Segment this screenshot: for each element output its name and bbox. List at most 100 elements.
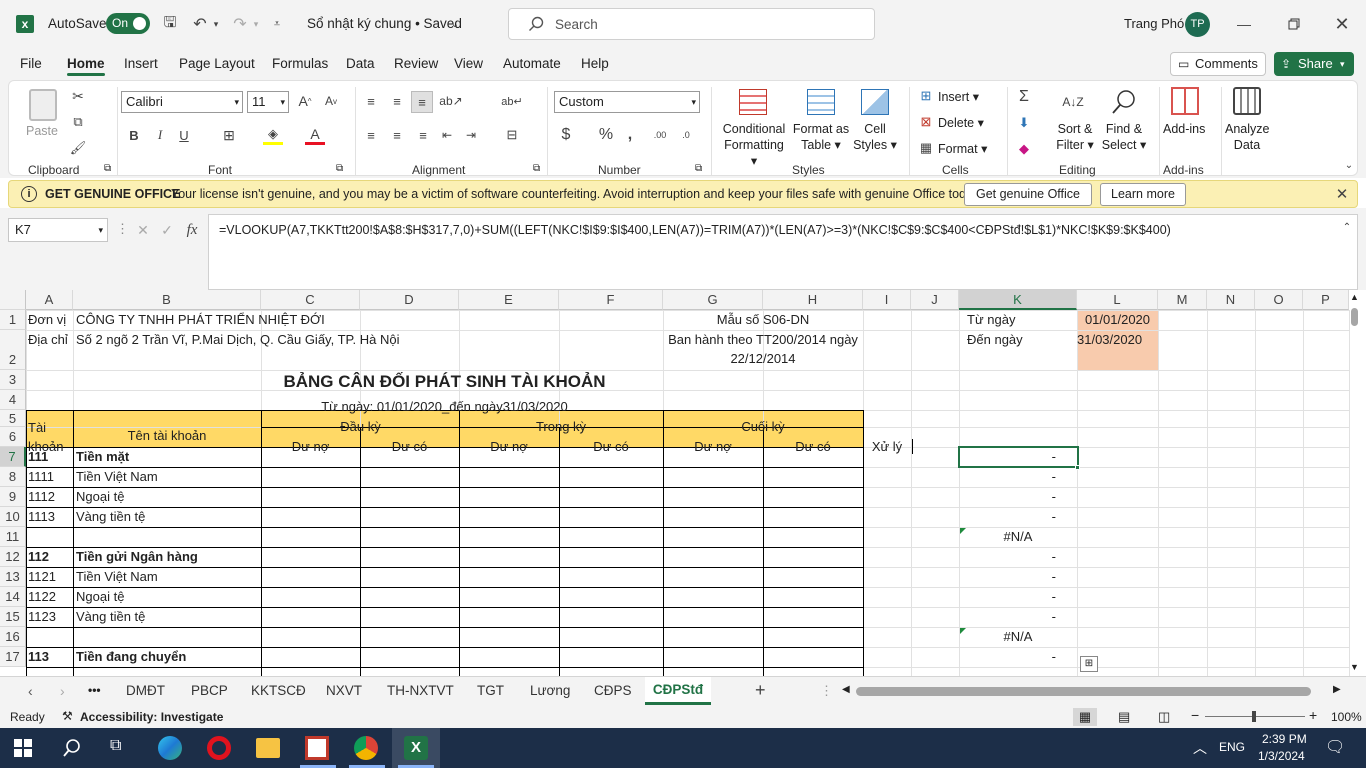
normal-view-icon[interactable]: ▦ bbox=[1073, 708, 1097, 726]
page-break-view-icon[interactable]: ◫ bbox=[1158, 709, 1170, 725]
save-icon[interactable]: 🖫 bbox=[160, 14, 180, 34]
accessibility-status[interactable]: Accessibility: Investigate bbox=[80, 710, 223, 724]
dialog-launcher-icon[interactable]: ⧉ bbox=[695, 163, 702, 174]
tab-help[interactable]: Help bbox=[581, 56, 609, 71]
sheet-tab[interactable]: KKTSCĐ bbox=[251, 683, 306, 698]
row-header[interactable]: 9 bbox=[0, 487, 26, 507]
analyze-data-icon[interactable] bbox=[1233, 87, 1261, 115]
column-header[interactable]: H bbox=[763, 290, 863, 310]
dialog-launcher-icon[interactable]: ⧉ bbox=[336, 163, 343, 174]
align-left-icon[interactable]: ≡ bbox=[361, 125, 381, 145]
underline-icon[interactable]: U bbox=[175, 125, 193, 145]
dialog-launcher-icon[interactable]: ⧉ bbox=[533, 163, 540, 174]
fill-handle[interactable] bbox=[1075, 465, 1080, 470]
scroll-up-icon[interactable]: ▲ bbox=[1350, 292, 1359, 302]
opera-icon[interactable] bbox=[207, 736, 231, 760]
column-header[interactable]: K bbox=[959, 290, 1077, 310]
more-options-icon[interactable]: ⋮ bbox=[116, 221, 129, 237]
scroll-down-icon[interactable]: ▼ bbox=[1350, 662, 1359, 672]
row-header[interactable]: 3 bbox=[0, 370, 26, 390]
align-right-icon[interactable]: ≡ bbox=[413, 125, 433, 145]
percent-icon[interactable]: % bbox=[597, 125, 615, 145]
excel-icon[interactable]: X bbox=[404, 736, 428, 760]
close-icon[interactable]: ✕ bbox=[1333, 185, 1351, 203]
tab-view[interactable]: View bbox=[454, 56, 483, 71]
sheet-tab[interactable]: Lương bbox=[530, 683, 570, 698]
column-header[interactable]: O bbox=[1255, 290, 1303, 310]
column-header[interactable]: F bbox=[559, 290, 663, 310]
zoom-slider-thumb[interactable] bbox=[1252, 711, 1256, 722]
clear-icon[interactable]: ◆ bbox=[1015, 139, 1033, 159]
tab-automate[interactable]: Automate bbox=[503, 56, 561, 71]
undo-icon[interactable]: ↶ bbox=[190, 14, 210, 34]
row-header[interactable]: 5 bbox=[0, 410, 26, 427]
file-explorer-icon[interactable] bbox=[256, 738, 280, 758]
align-bottom-icon[interactable]: ≡ bbox=[411, 91, 433, 113]
share-button[interactable]: ⇪ Share ▾ bbox=[1274, 52, 1354, 76]
row-header[interactable]: 8 bbox=[0, 467, 26, 487]
search-icon[interactable] bbox=[62, 738, 82, 758]
decrease-font-icon[interactable]: Av bbox=[321, 91, 341, 111]
row-header[interactable]: 4 bbox=[0, 390, 26, 410]
tab-page-layout[interactable]: Page Layout bbox=[179, 56, 255, 71]
increase-indent-icon[interactable]: ⇥ bbox=[461, 125, 481, 145]
row-header[interactable]: 1 bbox=[0, 310, 26, 330]
column-header[interactable]: J bbox=[911, 290, 959, 310]
column-header[interactable]: G bbox=[663, 290, 763, 310]
merge-center-icon[interactable]: ⊟ bbox=[501, 125, 523, 145]
format-cells-label[interactable]: Format ▾ bbox=[938, 141, 987, 157]
row-header[interactable]: 15 bbox=[0, 607, 26, 627]
row-header[interactable]: 14 bbox=[0, 587, 26, 607]
error-indicator-icon[interactable] bbox=[960, 628, 966, 634]
tab-review[interactable]: Review bbox=[394, 56, 438, 71]
find-select-label[interactable]: Find & Select ▾ bbox=[1099, 121, 1149, 153]
zoom-out-icon[interactable]: − bbox=[1191, 707, 1199, 723]
fill-icon[interactable]: ⬇ bbox=[1015, 113, 1033, 133]
error-indicator-icon[interactable] bbox=[960, 528, 966, 534]
quick-analysis-icon[interactable]: ⊞ bbox=[1080, 656, 1098, 672]
collapse-formula-bar-icon[interactable]: ⌃ bbox=[1340, 220, 1354, 234]
add-sheet-icon[interactable]: + bbox=[755, 680, 766, 701]
insert-cells-label[interactable]: Insert ▾ bbox=[938, 89, 979, 105]
conditional-formatting-icon[interactable] bbox=[739, 89, 767, 115]
sheet-tab[interactable]: DMĐT bbox=[126, 683, 165, 698]
redo-icon[interactable]: ↷ bbox=[230, 14, 250, 34]
comments-button[interactable]: ▭ Comments bbox=[1170, 52, 1266, 76]
tab-insert[interactable]: Insert bbox=[124, 56, 158, 71]
paste-label[interactable]: Paste bbox=[26, 123, 58, 139]
search-box[interactable]: Search bbox=[508, 8, 875, 40]
clock-date[interactable]: 1/3/2024 bbox=[1258, 749, 1305, 763]
dialog-launcher-icon[interactable]: ⧉ bbox=[104, 163, 111, 174]
column-header[interactable]: L bbox=[1077, 290, 1158, 310]
sheet-tab[interactable]: TGT bbox=[477, 683, 504, 698]
column-header[interactable]: C bbox=[261, 290, 360, 310]
tab-data[interactable]: Data bbox=[346, 56, 375, 71]
more-sheets-icon[interactable]: ••• bbox=[88, 683, 101, 697]
autosum-icon[interactable]: Σ bbox=[1015, 87, 1033, 107]
notifications-icon[interactable]: 🗨 bbox=[1325, 737, 1345, 757]
enter-icon[interactable]: ✓ bbox=[158, 220, 176, 240]
customize-toolbar-icon[interactable]: ⩡ bbox=[270, 14, 284, 34]
sheet-tab[interactable]: NXVT bbox=[326, 683, 362, 698]
addins-label[interactable]: Add-ins bbox=[1163, 121, 1205, 137]
sheet-tab[interactable]: TH-NXTVT bbox=[387, 683, 454, 698]
learn-more-button[interactable]: Learn more bbox=[1100, 183, 1186, 206]
orientation-icon[interactable]: ab↗ bbox=[439, 91, 463, 111]
align-middle-icon[interactable]: ≡ bbox=[387, 91, 407, 111]
comma-style-icon[interactable]: , bbox=[623, 125, 637, 145]
fill-color-icon[interactable]: ◈ bbox=[263, 125, 283, 145]
restore-icon[interactable] bbox=[1282, 14, 1306, 34]
windows-start-icon[interactable] bbox=[14, 739, 32, 757]
edge-icon[interactable] bbox=[158, 736, 182, 760]
font-size-select[interactable]: 11 ▾ bbox=[247, 91, 289, 113]
tab-file[interactable]: File bbox=[20, 56, 42, 71]
horizontal-scrollbar[interactable] bbox=[856, 687, 1311, 696]
autosave-toggle[interactable]: On bbox=[106, 13, 150, 34]
tab-home[interactable]: Home bbox=[67, 56, 105, 71]
currency-icon[interactable]: $ bbox=[557, 125, 575, 145]
row-header[interactable]: 7 bbox=[0, 447, 26, 467]
clock-time[interactable]: 2:39 PM bbox=[1262, 732, 1307, 746]
selected-cell-k7[interactable] bbox=[958, 446, 1079, 468]
copy-icon[interactable]: ⧉ bbox=[69, 113, 87, 131]
chrome-icon[interactable] bbox=[354, 736, 378, 760]
